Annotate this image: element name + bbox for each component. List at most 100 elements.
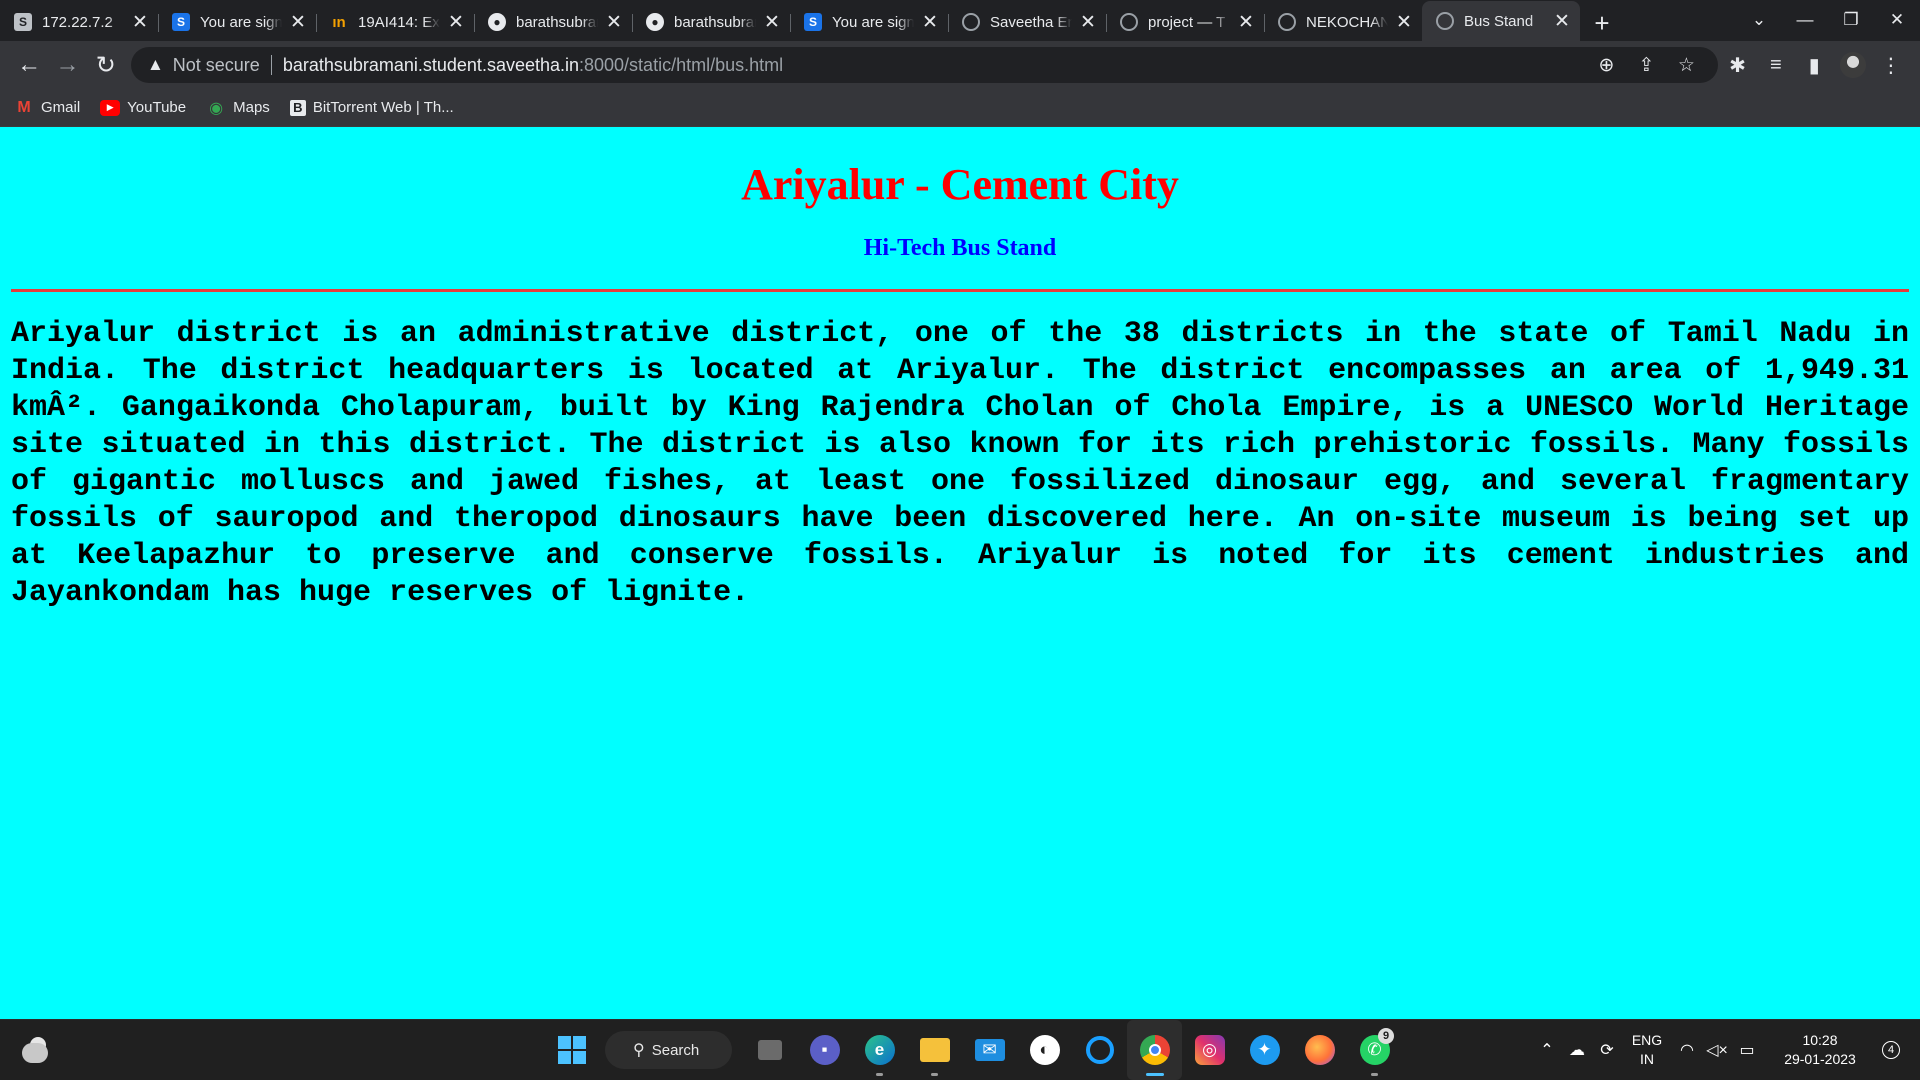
close-icon[interactable]: ✕: [920, 11, 940, 34]
media-control-icon[interactable]: ≡: [1757, 47, 1795, 83]
tab-7[interactable]: Saveetha Engineering ✕: [948, 4, 1106, 40]
task-view-icon: [757, 1040, 782, 1060]
chevron-up-icon[interactable]: ⌃: [1532, 1040, 1562, 1060]
profile-button[interactable]: [1833, 47, 1871, 83]
wifi-icon[interactable]: ◠: [1672, 1040, 1702, 1060]
forward-button[interactable]: →: [48, 47, 86, 83]
github-icon: ●: [646, 13, 664, 31]
s-blue-icon: S: [804, 13, 822, 31]
tab-bus-stand[interactable]: Bus Stand ✕: [1422, 1, 1580, 41]
tab-title: 19AI414: Ex: [358, 13, 440, 31]
sync-icon[interactable]: ⟳: [1592, 1040, 1622, 1060]
tab-3[interactable]: ın 19AI414: Ex ✕: [316, 4, 474, 40]
youtube-icon: ▶: [100, 99, 121, 116]
tab-6[interactable]: S You are signed in ✕: [790, 4, 948, 40]
folder-icon: [919, 1038, 950, 1062]
tab-1[interactable]: S 172.22.7.2 ✕: [0, 4, 158, 40]
globe-icon: [1436, 12, 1454, 30]
page-subtitle: Hi-Tech Bus Stand: [863, 235, 1057, 261]
restore-button[interactable]: ❐: [1828, 2, 1874, 38]
close-icon[interactable]: ✕: [288, 11, 308, 34]
github-icon: ◐: [1029, 1035, 1060, 1065]
tab-4[interactable]: ● barathsubramani ✕: [474, 4, 632, 40]
divider: [270, 55, 272, 75]
language-label: ENG: [1631, 1032, 1663, 1048]
cortana-button[interactable]: [1072, 1020, 1127, 1080]
firefox-icon: [1304, 1035, 1335, 1065]
tab-title: barathsubramani: [674, 13, 756, 31]
github-desktop-button[interactable]: ◐: [1017, 1020, 1072, 1080]
horizontal-rule: [11, 289, 1909, 292]
tab-8[interactable]: project — T ✕: [1106, 4, 1264, 40]
edge-button[interactable]: e: [852, 1020, 907, 1080]
page-title: Ariyalur - Cement City: [741, 160, 1179, 209]
close-icon[interactable]: ✕: [446, 11, 466, 34]
reload-button[interactable]: ↻: [87, 47, 125, 83]
taskbar-search[interactable]: ⚲ Search: [605, 1031, 732, 1069]
tab-title: project — T: [1148, 13, 1226, 31]
minimize-button[interactable]: —: [1782, 2, 1828, 38]
cortana-icon: [1085, 1036, 1114, 1064]
bookmark-label: Maps: [233, 99, 270, 116]
start-button[interactable]: [544, 1020, 599, 1080]
globe-icon: [962, 13, 980, 31]
side-panel-icon[interactable]: ▮: [1795, 47, 1833, 83]
security-label[interactable]: Not secure: [173, 55, 260, 76]
back-button[interactable]: ←: [10, 47, 48, 83]
teams-chat-button[interactable]: ▪: [797, 1020, 852, 1080]
task-view-button[interactable]: [742, 1020, 797, 1080]
chrome-icon: [1139, 1035, 1170, 1065]
chrome-button[interactable]: [1127, 1020, 1182, 1080]
close-icon[interactable]: ✕: [762, 11, 782, 34]
page-viewport: Ariyalur - Cement City Hi-Tech Bus Stand…: [0, 127, 1920, 1019]
firefox-button[interactable]: [1292, 1020, 1347, 1080]
close-icon[interactable]: ✕: [1394, 11, 1414, 34]
url-host: barathsubramani.student.saveetha.in: [282, 54, 580, 75]
tab-title: You are signed in: [832, 13, 914, 31]
weather-widget[interactable]: [22, 1037, 50, 1063]
address-bar[interactable]: ▲ Not secure barathsubramani.student.sav…: [130, 47, 1719, 83]
bookmark-bittorrent[interactable]: B BitTorrent Web | Th...: [289, 99, 454, 116]
district-description: Ariyalur district is an administrative d…: [11, 317, 1909, 610]
bookmark-gmail[interactable]: M Gmail: [14, 99, 80, 117]
twitter-icon: ✦: [1249, 1035, 1280, 1065]
zoom-icon[interactable]: ⊕: [1586, 54, 1626, 77]
warning-icon[interactable]: ▲: [147, 55, 164, 75]
tab-search-chevron-icon[interactable]: ⌄: [1736, 2, 1782, 38]
tab-2[interactable]: S You are signed in ✕: [158, 4, 316, 40]
mail-button[interactable]: ✉: [962, 1020, 1017, 1080]
close-icon[interactable]: ✕: [130, 11, 150, 34]
bookmark-maps[interactable]: ◉ Maps: [206, 99, 270, 117]
battery-icon[interactable]: ▭: [1732, 1040, 1762, 1060]
language-indicator[interactable]: ENG IN: [1622, 1031, 1672, 1069]
tab-5[interactable]: ● barathsubramani ✕: [632, 4, 790, 40]
notification-center-button[interactable]: 4: [1882, 1041, 1900, 1059]
tab-9[interactable]: NEKOCHAN ✕: [1264, 4, 1422, 40]
bittorrent-icon: B: [289, 99, 306, 116]
whatsapp-button[interactable]: ✆ 9: [1347, 1020, 1402, 1080]
instagram-button[interactable]: ◎: [1182, 1020, 1237, 1080]
window-close-button[interactable]: ✕: [1874, 2, 1920, 38]
twitter-button[interactable]: ✦: [1237, 1020, 1292, 1080]
extensions-icon[interactable]: ✱: [1718, 47, 1756, 83]
tab-title: Bus Stand: [1464, 12, 1534, 30]
system-tray: ⌃ ☁ ⟳ ENG IN ◠ ◁× ▭ 10:28 29-01-2023 4: [1532, 1020, 1920, 1080]
volume-muted-icon[interactable]: ◁×: [1702, 1040, 1732, 1060]
s-grey-icon: S: [14, 13, 32, 31]
url-path: :8000/static/html/bus.html: [579, 54, 784, 75]
onedrive-icon[interactable]: ☁: [1562, 1040, 1592, 1060]
clock[interactable]: 10:28 29-01-2023: [1770, 1031, 1870, 1069]
new-tab-button[interactable]: +: [1580, 5, 1624, 41]
close-icon[interactable]: ✕: [1552, 10, 1572, 33]
file-explorer-button[interactable]: [907, 1020, 962, 1080]
menu-icon[interactable]: ⋮: [1872, 47, 1910, 83]
tab-title: Saveetha Engineering: [990, 13, 1072, 31]
share-icon[interactable]: ⇪: [1626, 54, 1666, 77]
close-icon[interactable]: ✕: [604, 11, 624, 34]
bookmark-star-icon[interactable]: ☆: [1666, 54, 1706, 77]
close-icon[interactable]: ✕: [1236, 11, 1256, 34]
bookmark-youtube[interactable]: ▶ YouTube: [100, 99, 186, 116]
github-icon: ●: [488, 13, 506, 31]
taskbar: ⚲ Search ▪ e ✉ ◐ ◎ ✦ ✆ 9 ⌃ ☁ ⟳ ENG IN ◠ …: [0, 1019, 1920, 1080]
close-icon[interactable]: ✕: [1078, 11, 1098, 34]
